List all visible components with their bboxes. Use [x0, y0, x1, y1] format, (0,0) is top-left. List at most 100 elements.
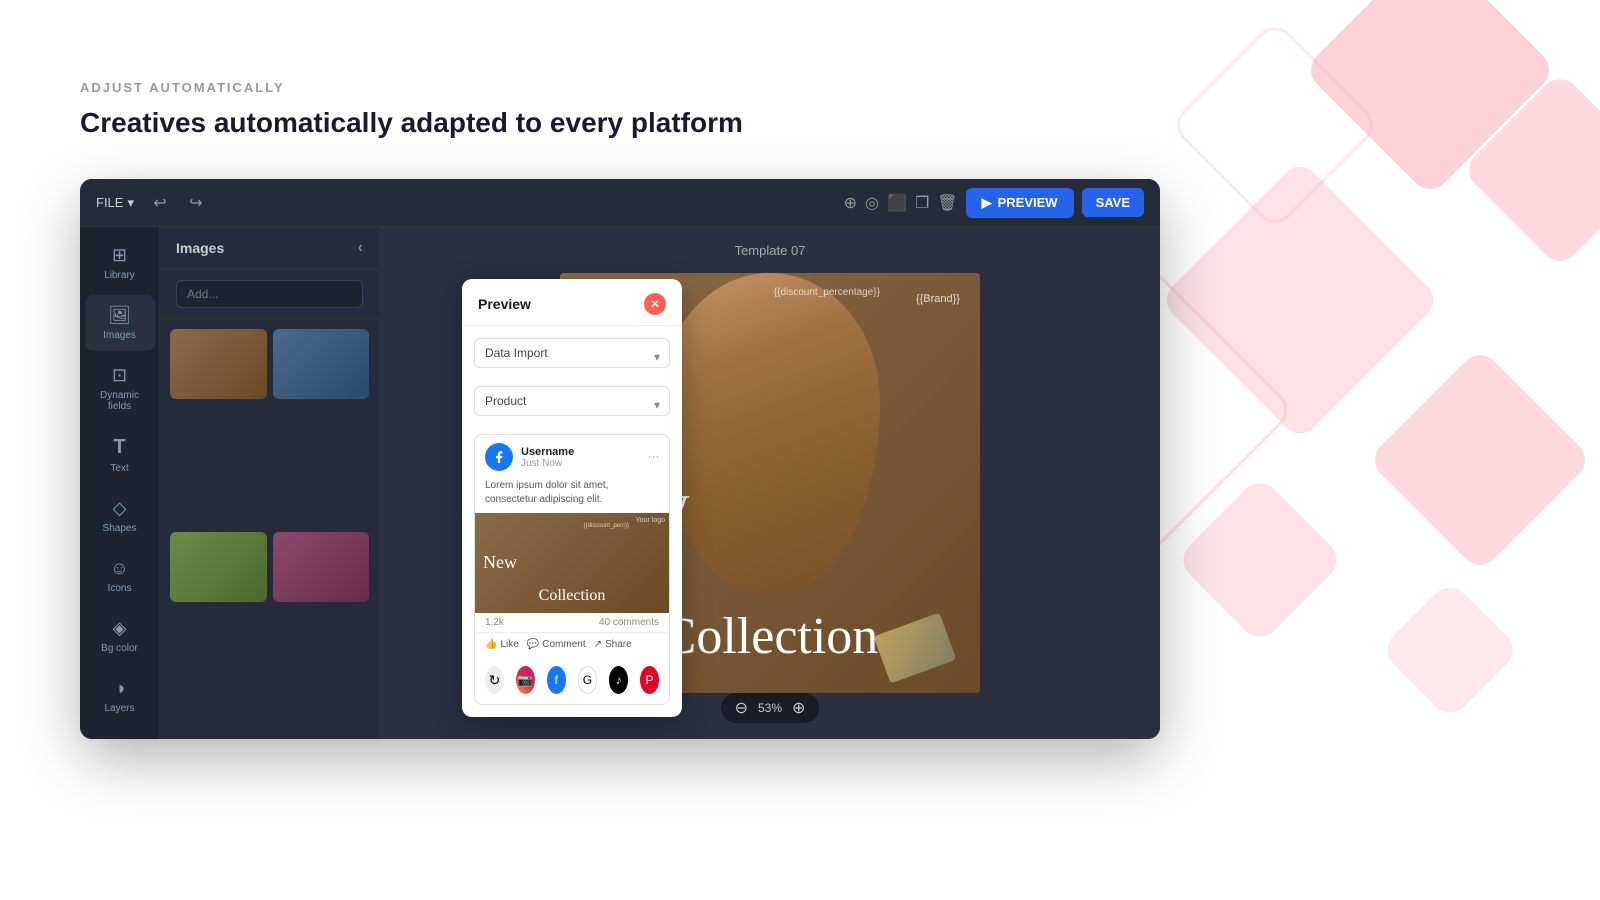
sidebar-item-resize[interactable]: ⊡ Resize [85, 728, 155, 739]
template-label: Template 07 [735, 243, 806, 258]
sidebar-label-shapes: Shapes [103, 523, 137, 534]
fb-time: Just Now [521, 458, 574, 469]
dynamic-icon: ⊡ [112, 365, 127, 386]
product-select[interactable]: Product [474, 386, 670, 416]
facebook-preview-card: Username Just Now ··· Lorem ipsum dolor … [474, 434, 670, 705]
modal-title: Preview [478, 296, 531, 312]
undo-button[interactable]: ↩ [146, 189, 174, 217]
zoom-level: 53% [758, 701, 782, 715]
export-icon[interactable]: ⬛ [887, 193, 907, 213]
library-icon: ⊞ [112, 245, 127, 266]
fb-username: Username [521, 446, 574, 458]
sidebar-item-shapes[interactable]: ◇ Shapes [85, 488, 155, 544]
toolbar-undo-redo: ↩ ↪ [146, 189, 210, 217]
layers-sidebar-icon: ◑ [114, 678, 125, 699]
zoom-controls: ⊖ 53% ⊕ [721, 693, 820, 723]
fb-brand-tag: Your logo [636, 517, 665, 524]
delete-icon[interactable]: 🗑 [937, 193, 957, 213]
fb-share-label: Share [605, 639, 632, 650]
fb-avatar [485, 443, 513, 471]
bgcolor-icon: ◈ [113, 618, 127, 639]
data-import-select[interactable]: Data Import [474, 338, 670, 368]
sidebar-label-dynamic: Dynamic fields [93, 390, 147, 412]
main-title: Creatives automatically adapted to every… [80, 107, 1520, 139]
sidebar-label-images: Images [103, 330, 136, 341]
fb-text-new: New [483, 552, 517, 573]
fb-actions: 👍 Like 💬 Comment ↗ Share [475, 632, 669, 656]
preview-icon: ▶ [982, 195, 992, 211]
panel-close-icon[interactable]: ‹ [358, 239, 363, 257]
canvas-brand: {{Brand}} [916, 293, 960, 305]
fb-more-icon[interactable]: ··· [648, 451, 659, 463]
sidebar-item-bgcolor[interactable]: ◈ Bg color [85, 608, 155, 664]
file-chevron-icon: ▾ [127, 195, 134, 211]
modal-header: Preview ✕ [462, 279, 682, 326]
file-menu-button[interactable]: FILE ▾ [96, 195, 134, 211]
modal-body: Data Import Product [462, 326, 682, 717]
image-thumb-4[interactable] [273, 532, 370, 602]
fb-comment-label: Comment [542, 639, 585, 650]
fb-caption: Lorem ipsum dolor sit amet, consectetur … [475, 479, 669, 513]
sidebar-item-dynamic[interactable]: ⊡ Dynamic fields [85, 355, 155, 422]
preview-label: PREVIEW [998, 195, 1058, 210]
sidebar-item-images[interactable]: 🖼 Images [85, 295, 155, 351]
sidebar-item-library[interactable]: ⊞ Library [85, 235, 155, 291]
zoom-out-button[interactable]: ⊖ [735, 698, 748, 718]
panel-header: Images ‹ [160, 227, 379, 270]
shapes-icon: ◇ [113, 498, 127, 519]
fb-stats: 1.2k 40 comments [475, 613, 669, 632]
toolbar: FILE ▾ ↩ ↪ ⊕ ◎ ⬛ ❐ 🗑 ▶ PREVIEW [80, 179, 1160, 227]
social-google-icon[interactable]: G [578, 666, 598, 694]
sidebar-item-icons[interactable]: ☺ Icons [85, 548, 155, 604]
sidebar-item-text[interactable]: T Text [85, 426, 155, 484]
fb-comments: 40 comments [599, 617, 659, 628]
modal-close-button[interactable]: ✕ [644, 293, 666, 315]
text-icon: T [113, 436, 125, 459]
icons-icon: ☺ [110, 558, 128, 579]
canvas-discount: {{discount_percentage}} [774, 287, 880, 298]
sidebar-label-text: Text [110, 463, 128, 474]
fb-like-label: Like [500, 639, 518, 650]
social-facebook-icon[interactable]: f [547, 666, 566, 694]
image-thumb-1[interactable] [170, 329, 267, 399]
fb-text-collection: Collection [479, 587, 665, 605]
panel-search-input[interactable] [176, 280, 363, 308]
fb-share-button[interactable]: ↗ Share [594, 639, 632, 650]
image-thumb-3[interactable] [170, 532, 267, 602]
social-instagram-icon[interactable]: 📷 [516, 666, 535, 694]
fb-comment-button[interactable]: 💬 Comment [527, 639, 586, 650]
toolbar-left: FILE ▾ ↩ ↪ [96, 189, 210, 217]
canvas-area: Template 07 {{Brand}} {{discount_percent… [380, 227, 1160, 739]
fb-comment-icon: 💬 [527, 639, 539, 650]
file-label: FILE [96, 195, 123, 210]
fb-share-icon: ↗ [594, 639, 602, 650]
images-panel: Images ‹ [160, 227, 380, 739]
fb-likes: 1.2k [485, 617, 504, 628]
sidebar-item-layers[interactable]: ◑ Layers [85, 668, 155, 724]
zoom-in-button[interactable]: ⊕ [792, 698, 805, 718]
fb-image: Your logo {{discount_perc}} New Collecti… [475, 513, 669, 613]
product-select-wrapper: Product [474, 386, 670, 424]
layers-icon[interactable]: ⊕ [844, 193, 857, 213]
fb-like-button[interactable]: 👍 Like [485, 639, 519, 650]
image-thumb-2[interactable] [273, 329, 370, 399]
social-pinterest-icon[interactable]: P [640, 666, 659, 694]
sidebar: ⊞ Library 🖼 Images ⊡ Dynamic fields T Te… [80, 227, 160, 739]
sidebar-label-bgcolor: Bg color [101, 643, 138, 654]
app-window: FILE ▾ ↩ ↪ ⊕ ◎ ⬛ ❐ 🗑 ▶ PREVIEW [80, 179, 1160, 739]
panel-image-grid [160, 319, 379, 739]
save-button[interactable]: SAVE [1082, 188, 1144, 217]
subtitle: ADJUST AUTOMATICALLY [80, 80, 1520, 95]
social-refresh-icon[interactable]: ↻ [485, 666, 504, 694]
sidebar-label-icons: Icons [108, 583, 132, 594]
resize-icon: ⊡ [112, 738, 127, 739]
fb-discount-tag: {{discount_perc}} [584, 523, 629, 529]
redo-button[interactable]: ↪ [182, 189, 210, 217]
copy-icon[interactable]: ❐ [915, 193, 929, 213]
share-icon[interactable]: ◎ [865, 193, 879, 213]
social-tiktok-icon[interactable]: ♪ [609, 666, 628, 694]
preview-button[interactable]: ▶ PREVIEW [966, 188, 1074, 218]
preview-modal: Preview ✕ Data Import [462, 279, 682, 717]
fb-user-info: Username Just Now [521, 446, 574, 469]
toolbar-action-icons: ⊕ ◎ ⬛ ❐ 🗑 [844, 193, 958, 213]
